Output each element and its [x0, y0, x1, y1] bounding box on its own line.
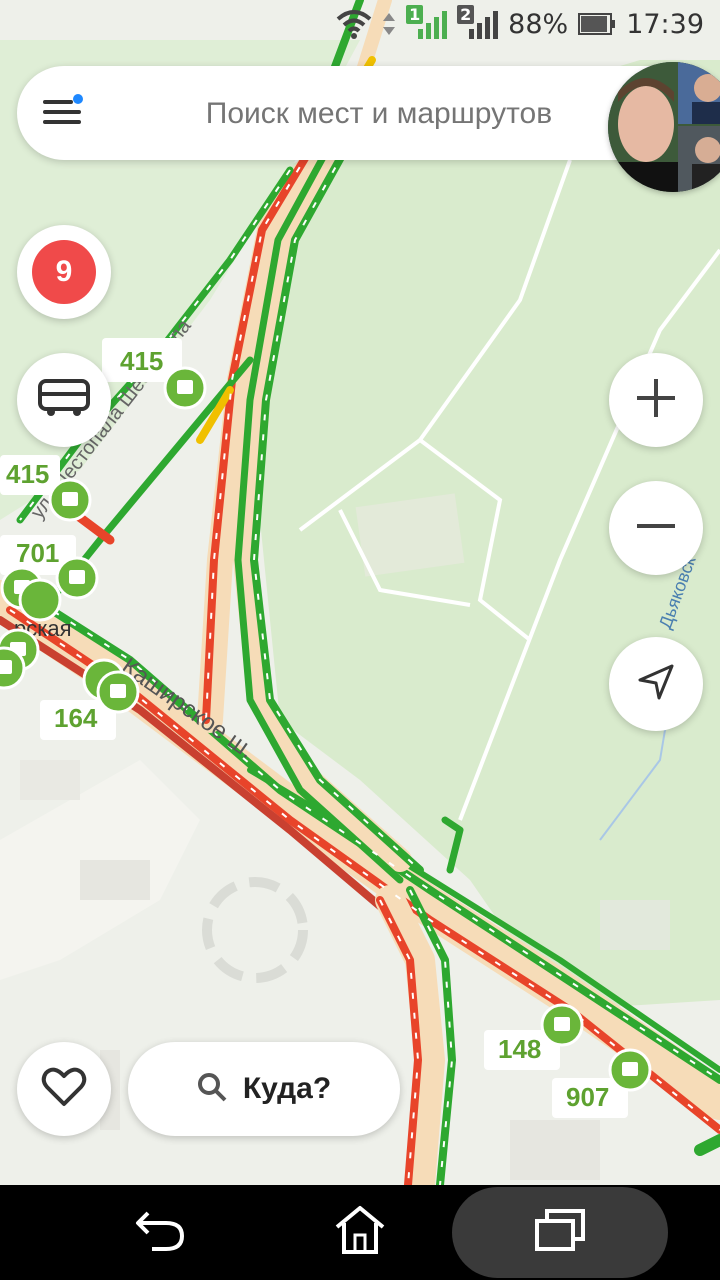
route-label-415: 415: [6, 459, 49, 489]
transport-button[interactable]: [17, 353, 111, 447]
bus-stop-pin: [48, 478, 92, 522]
bus-stop-pin: [608, 1048, 652, 1092]
notification-dot: [73, 94, 83, 104]
bus-stop-pin: [55, 556, 99, 600]
wifi-icon: [336, 9, 372, 39]
home-icon: [333, 1205, 387, 1260]
system-nav-bar: [0, 1185, 720, 1280]
bus-stop-pin: [540, 1003, 584, 1047]
search-input[interactable]: [167, 66, 591, 162]
back-icon: [134, 1207, 186, 1258]
traffic-level-badge: 9: [32, 240, 96, 304]
battery-icon: [578, 11, 616, 37]
clock: 17:39: [626, 8, 704, 40]
zoom-in-icon: [635, 377, 677, 424]
sim2-signal-icon: 2: [457, 5, 499, 39]
route-label-701: 701: [16, 538, 59, 568]
route-label-148: 148: [498, 1034, 541, 1064]
location-arrow-icon: [636, 662, 676, 707]
zoom-out-button[interactable]: [609, 481, 703, 575]
battery-percent: 88%: [508, 8, 569, 40]
recents-button[interactable]: [452, 1187, 668, 1278]
my-location-button[interactable]: [609, 637, 703, 731]
bus-stop-pin: [163, 366, 207, 410]
route-label-907: 907: [566, 1082, 609, 1112]
sim1-label: 1: [406, 5, 424, 24]
where-to-button[interactable]: Куда?: [128, 1042, 400, 1136]
map-canvas[interactable]: Каширское ш. ул. Шестопала Шестопала Дья…: [0, 0, 720, 1185]
where-to-label: Куда?: [242, 1072, 332, 1105]
zoom-in-button[interactable]: [609, 353, 703, 447]
heart-icon: [41, 1066, 87, 1113]
search-bar[interactable]: [17, 66, 703, 162]
route-label-415: 415: [120, 346, 163, 376]
route-label-164: 164: [54, 703, 98, 733]
bus-stop-pin: [96, 670, 140, 714]
bus-icon: [37, 378, 91, 423]
sim2-label: 2: [457, 5, 475, 24]
back-button[interactable]: [110, 1185, 210, 1280]
zoom-out-icon: [635, 505, 677, 552]
traffic-button[interactable]: 9: [17, 225, 111, 319]
bus-stop-pin: [18, 578, 62, 622]
data-arrows-icon: [382, 9, 396, 39]
favorites-button[interactable]: [17, 1042, 111, 1136]
status-bar: 1 2 88% 17:39: [0, 0, 720, 48]
sim1-signal-icon: 1: [406, 5, 448, 39]
menu-icon[interactable]: [43, 94, 83, 128]
search-icon: [197, 1072, 227, 1107]
recents-icon: [533, 1207, 587, 1258]
home-button[interactable]: [310, 1185, 410, 1280]
